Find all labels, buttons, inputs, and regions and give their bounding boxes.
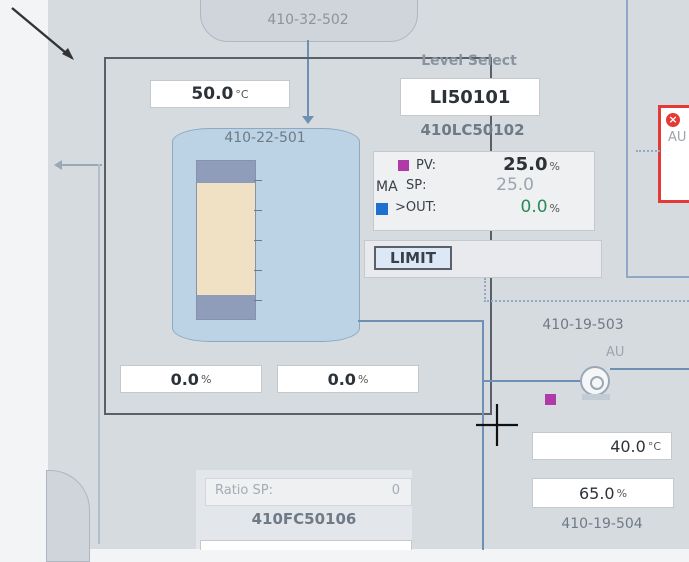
tick-mark xyxy=(254,270,262,271)
limit-label: LIMIT xyxy=(390,249,436,267)
pv-value-row: 25.0 % xyxy=(470,154,560,175)
level-right-box[interactable]: 0.0 % xyxy=(277,365,419,393)
right-temperature-unit: °C xyxy=(647,439,661,453)
alarm-text: AU xyxy=(668,130,687,145)
level-band-bottom xyxy=(197,295,255,319)
right-tag: 410-19-504 xyxy=(561,516,643,532)
pv-status-icon xyxy=(398,160,409,171)
out-status-icon xyxy=(376,203,388,215)
ratio-sp-label: Ratio SP: xyxy=(215,483,273,498)
pv-value: 25.0 xyxy=(503,154,548,175)
right-percent-box[interactable]: 65.0 % xyxy=(532,478,674,508)
outlet-pipe-h1 xyxy=(358,320,484,322)
pv-unit: % xyxy=(549,160,560,173)
crosshair-cursor-icon xyxy=(476,404,518,446)
tank-temperature-box[interactable]: 50.0 °C xyxy=(150,80,290,108)
dotted-divider xyxy=(484,300,689,302)
level-left-unit: % xyxy=(200,372,212,386)
out-value: 0.0 xyxy=(520,197,548,217)
out-unit: % xyxy=(549,202,560,215)
out-label: >OUT: xyxy=(395,200,437,215)
level-select-value: LI50101 xyxy=(429,86,511,108)
level-select-dropdown[interactable]: LI50101 xyxy=(400,78,540,116)
left-arrow xyxy=(54,160,62,170)
sp-label: SP: xyxy=(406,178,427,193)
level-band-top xyxy=(197,161,255,183)
right-temperature-box[interactable]: 40.0 °C xyxy=(532,432,672,460)
top-vessel-tag: 410-32-502 xyxy=(267,12,349,28)
tank-temperature-unit: °C xyxy=(235,87,249,101)
pv-label: PV: xyxy=(416,158,437,173)
left-pipe-v xyxy=(98,164,100,544)
level-select-title: Level Select xyxy=(421,53,517,69)
level-right-unit: % xyxy=(357,372,369,386)
dotted-divider-v xyxy=(484,278,486,302)
right-temperature-value: 40.0 xyxy=(610,436,646,456)
tick-mark xyxy=(254,300,262,301)
outlet-pipe-h2 xyxy=(482,380,582,382)
level-left-box[interactable]: 0.0 % xyxy=(120,365,262,393)
tank-temperature-value: 50.0 xyxy=(191,84,234,104)
level-left-value: 0.0 xyxy=(170,369,199,389)
ratio-tag: 410FC50106 xyxy=(251,510,357,528)
ratio-sp-value: 0 xyxy=(391,483,400,498)
pointer-arrow-icon xyxy=(11,7,74,60)
tank-tag: 410-22-501 xyxy=(224,130,306,146)
pump-base xyxy=(582,394,610,400)
limit-indicator[interactable]: LIMIT xyxy=(374,246,452,270)
out-value-row: 0.0 % xyxy=(470,197,561,217)
tank-level-gauge xyxy=(196,160,256,320)
tick-mark xyxy=(254,240,262,241)
pump-icon[interactable] xyxy=(580,366,610,396)
pump-mode: AU xyxy=(606,345,625,360)
sp-value[interactable]: 25.0 xyxy=(470,175,534,195)
level-right-value: 0.0 xyxy=(327,369,356,389)
left-pipe-h xyxy=(62,164,102,166)
pump-status-icon xyxy=(545,394,556,405)
alarm-icon: × xyxy=(666,113,680,127)
controller-mode: MA xyxy=(376,179,398,195)
pump-tag: 410-19-503 xyxy=(542,317,624,333)
right-percent-unit: % xyxy=(616,486,628,500)
tick-mark xyxy=(254,180,262,181)
pump-discharge xyxy=(610,368,689,370)
dotted-link xyxy=(636,150,660,152)
pump-impeller xyxy=(590,376,604,390)
tick-mark xyxy=(254,210,262,211)
right-percent-value: 65.0 xyxy=(578,483,615,503)
controller-tag: 410LC50102 xyxy=(420,121,525,139)
